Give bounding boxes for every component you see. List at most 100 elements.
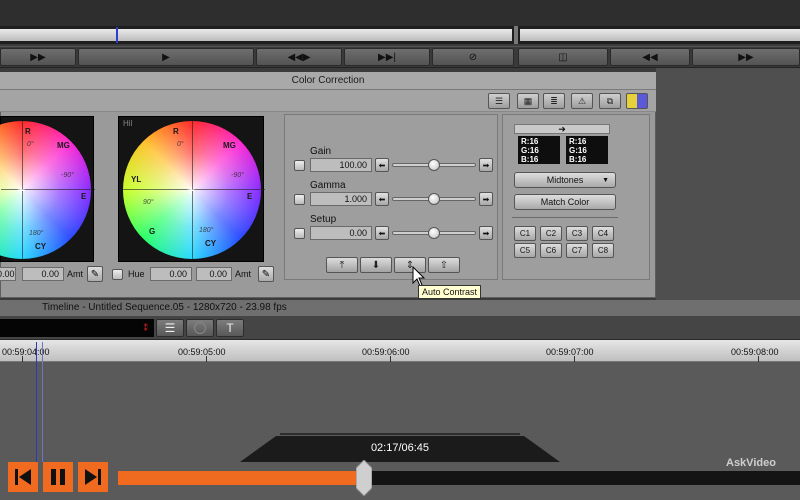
warning-icon[interactable]: ⚠ (571, 93, 593, 109)
arrow-left-icon-3: ⬅ (378, 228, 386, 238)
timeline-marker (42, 342, 43, 462)
pause-icon (51, 469, 65, 485)
c8-button[interactable]: C8 (592, 243, 614, 258)
timeline-text-tool[interactable]: T (216, 319, 244, 337)
pause-button[interactable] (43, 462, 73, 492)
c6-button[interactable]: C6 (540, 243, 562, 258)
c3-button[interactable]: C3 (566, 226, 588, 241)
step-forward-button[interactable]: ▶▶| (344, 48, 430, 66)
disable-icon: ⊘ (468, 51, 478, 63)
rgb-right-g: G:16 (569, 146, 587, 155)
gamma-increase-button[interactable]: ➡ (479, 192, 493, 206)
rgb-swatch-header: ➜ (514, 124, 610, 134)
split-view-button[interactable]: ◫ (518, 48, 608, 66)
rgb-left-g: G:16 (521, 146, 539, 155)
eyedropper-button-1[interactable]: ✎ (87, 266, 103, 282)
arrow-right-icon: ➡ (482, 160, 490, 170)
disable-button[interactable]: ⊘ (432, 48, 514, 66)
wheel-1-crosshair[interactable]: + (17, 183, 25, 197)
setup-checkbox[interactable] (294, 228, 305, 239)
wheel-2-crosshair[interactable]: + (187, 183, 195, 197)
hue-field-2[interactable]: 0.00 (196, 267, 232, 281)
setup-decrease-button[interactable]: ⬅ (375, 226, 389, 240)
color-wheel-1-box: R MG E CY 0° -90° 180° + (0, 116, 95, 262)
arrow-left-icon-2: ⬅ (378, 194, 386, 204)
play-button-source[interactable]: ▶ (78, 48, 254, 66)
gamma-field[interactable]: 1.000 (310, 192, 372, 206)
fast-forward-button[interactable]: ▶▶ (0, 48, 76, 66)
hue-checkbox[interactable] (112, 269, 123, 280)
timeline-record-button[interactable] (186, 319, 214, 337)
match-color-button[interactable]: Match Color (514, 194, 616, 210)
rgb-left-r: R:16 (521, 137, 539, 146)
gain-field[interactable]: 100.00 (310, 158, 372, 172)
rewind-button[interactable]: ◀◀ (610, 48, 690, 66)
ruler-bar-right[interactable] (520, 29, 800, 41)
reset-button[interactable]: ⇧ (428, 257, 460, 273)
midtones-label: Midtones (546, 175, 584, 185)
color-picker-icon[interactable]: ▦ (517, 93, 539, 109)
c7-button[interactable]: C7 (566, 243, 588, 258)
timeline-menu-button[interactable]: ☰ (156, 319, 184, 337)
c5-button[interactable]: C5 (514, 243, 536, 258)
timeline-monitor-strip: ⁑ (0, 319, 154, 337)
rgb-left-swatch[interactable]: R:16 G:16 B:16 (518, 136, 560, 164)
wheel-2-deg-90n: -90° (231, 172, 244, 179)
gain-checkbox[interactable] (294, 160, 305, 171)
sliders-icon[interactable]: ☰ (488, 93, 510, 109)
auto-white-button[interactable]: ⤒ (326, 257, 358, 273)
ruler-playhead[interactable] (116, 27, 118, 43)
timeline-playhead[interactable] (36, 342, 37, 462)
color-wheel-1[interactable] (0, 121, 91, 259)
setup-slider-knob[interactable] (428, 227, 440, 239)
app-window: ▶▶ ▶ ◀◀▶ ▶▶| ⊘ ◫ ◀◀ ▶▶ Color Correction … (0, 0, 800, 500)
list-icon[interactable]: ≣ (543, 93, 565, 109)
eyedropper-button-2[interactable]: ✎ (258, 266, 274, 282)
play-icon: ▶ (162, 51, 170, 63)
auto-black-button[interactable]: ⬇ (360, 257, 392, 273)
hue-field-1[interactable]: 0.00 (150, 267, 192, 281)
wheel-1-label-mg: MG (57, 141, 70, 150)
auto-contrast-tooltip: Auto Contrast (418, 285, 482, 299)
fast-forward-button-record[interactable]: ▶▶ (692, 48, 800, 66)
gamma-slider-knob[interactable] (428, 193, 440, 205)
setup-label: Setup (310, 214, 337, 225)
c4-button[interactable]: C4 (592, 226, 614, 241)
skip-next-icon (85, 469, 101, 485)
ruler-bar-left[interactable] (0, 29, 512, 41)
gain-slider-knob[interactable] (428, 159, 440, 171)
top-strip (0, 0, 800, 26)
copy-icon[interactable]: ⧉ (599, 93, 621, 109)
wheel-2-deg-0: 0° (177, 141, 184, 148)
ruler-divider[interactable] (514, 26, 518, 44)
skip-next-button[interactable] (78, 462, 108, 492)
arrow-right-small-icon: ➜ (558, 124, 566, 134)
wheel-1-deg-90n: -90° (61, 172, 74, 179)
gamma-decrease-button[interactable]: ⬅ (375, 192, 389, 206)
playback-time: 02:17/06:45 (370, 442, 430, 454)
value-field-2[interactable]: 0.00 (22, 267, 64, 281)
value-field-1[interactable]: 0.00 (0, 267, 16, 281)
rgb-right-swatch[interactable]: R:16 G:16 B:16 (566, 136, 608, 164)
wheel-2-label-mg: MG (223, 141, 236, 150)
skip-previous-button[interactable] (8, 462, 38, 492)
progress-handle[interactable] (355, 460, 372, 496)
gamma-checkbox[interactable] (294, 194, 305, 205)
compare-icon[interactable] (626, 93, 648, 109)
c2-button[interactable]: C2 (540, 226, 562, 241)
setup-field[interactable]: 0.00 (310, 226, 372, 240)
gain-increase-button[interactable]: ➡ (479, 158, 493, 172)
wheel-1-label-cy: CY (35, 242, 47, 251)
skip-previous-icon (15, 469, 31, 485)
wheel-2-corner-label: Hil (123, 119, 133, 128)
gamma-label: Gamma (310, 180, 346, 191)
timecode-2: 00:59:05:00 (178, 347, 226, 357)
hamburger-icon: ☰ (164, 321, 176, 335)
step-back-button[interactable]: ◀◀▶ (256, 48, 342, 66)
gain-decrease-button[interactable]: ⬅ (375, 158, 389, 172)
midtones-dropdown[interactable]: Midtones ▼ (514, 172, 616, 188)
c1-button[interactable]: C1 (514, 226, 536, 241)
hue-label: Hue (128, 269, 145, 279)
wheel-1-label-r: R (25, 127, 31, 136)
setup-increase-button[interactable]: ➡ (479, 226, 493, 240)
